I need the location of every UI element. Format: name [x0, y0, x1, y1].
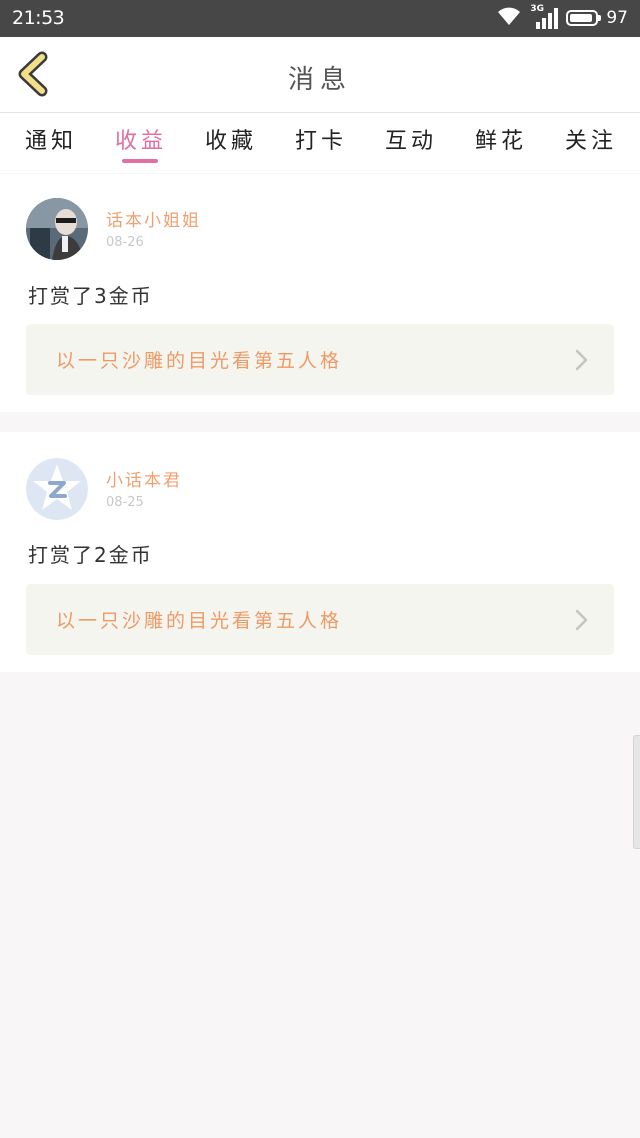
work-link[interactable]: 以一只沙雕的目光看第五人格 [26, 584, 614, 655]
tab-following[interactable]: 关注 [556, 123, 626, 155]
message-card: 小话本君 08-25 打赏了2金币 以一只沙雕的目光看第五人格 [0, 432, 640, 672]
work-title: 以一只沙雕的目光看第五人格 [56, 610, 343, 632]
tab-checkin[interactable]: 打卡 [286, 123, 356, 155]
tab-flowers[interactable]: 鲜花 [466, 123, 536, 155]
message-date: 08-26 [106, 235, 144, 250]
avatar[interactable] [26, 198, 88, 260]
battery-icon [566, 10, 602, 26]
work-link[interactable]: 以一只沙雕的目光看第五人格 [26, 324, 614, 395]
edge-scroll-handle[interactable] [633, 735, 640, 849]
active-tab-indicator [122, 159, 158, 163]
message-card: 话本小姐姐 08-26 打赏了3金币 以一只沙雕的目光看第五人格 [0, 174, 640, 412]
tab-label: 打卡 [294, 129, 347, 154]
status-time: 21:53 [12, 7, 65, 29]
signal-icon: 3G [530, 4, 559, 30]
avatar[interactable] [26, 458, 88, 520]
tab-label: 通知 [24, 129, 77, 154]
tab-label: 互动 [384, 129, 437, 154]
tab-label: 收益 [114, 129, 167, 154]
chevron-right-icon [574, 348, 590, 372]
tab-interactions[interactable]: 互动 [376, 123, 446, 155]
tab-label: 鲜花 [474, 129, 527, 154]
tab-favorites[interactable]: 收藏 [196, 123, 266, 155]
tab-notifications[interactable]: 通知 [16, 123, 86, 155]
tab-earnings[interactable]: 收益 [106, 123, 176, 163]
username[interactable]: 话本小姐姐 [106, 206, 201, 231]
tab-bar: 通知 收益 收藏 打卡 互动 鲜花 关注 [0, 113, 640, 173]
status-bar: 21:53 3G 97 [0, 0, 640, 37]
tab-label: 关注 [564, 129, 617, 154]
tab-label: 收藏 [204, 129, 257, 154]
reward-text: 打赏了3金币 [28, 284, 153, 308]
wifi-icon [496, 5, 522, 31]
work-title: 以一只沙雕的目光看第五人格 [56, 350, 343, 372]
message-date: 08-25 [106, 495, 144, 510]
chevron-right-icon [574, 608, 590, 632]
username[interactable]: 小话本君 [106, 466, 182, 491]
nav-bar: 消息 [0, 37, 640, 113]
page-title: 消息 [287, 65, 352, 95]
reward-text: 打赏了2金币 [28, 543, 153, 567]
battery-level: 97 [606, 8, 628, 28]
status-icons: 3G 97 [496, 4, 628, 31]
